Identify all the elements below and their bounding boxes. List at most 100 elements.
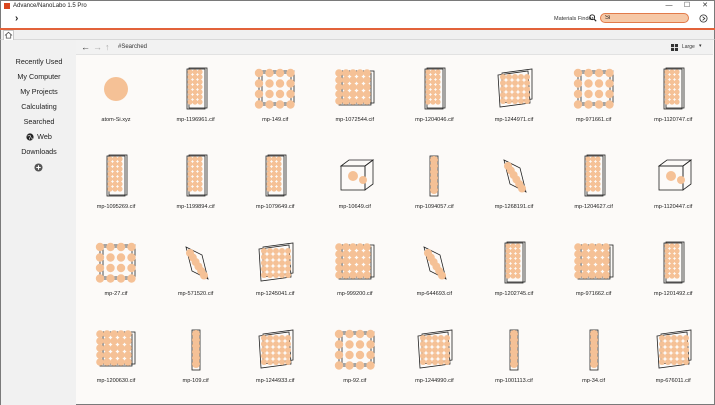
file-name: mp-1199894.cif [176,204,215,210]
structure-thumbnail [657,159,693,191]
file-name: mp-149.cif [262,117,289,123]
chevron-down-icon[interactable]: ▾ [699,43,702,49]
file-tile[interactable]: mp-10649.cif [315,142,395,230]
file-name: mp-1200630.cif [96,378,136,384]
search-icon[interactable] [589,14,597,22]
file-tile[interactable]: mp-1120447.cif [633,142,713,230]
file-tile[interactable]: mp-1201492.cif [633,229,713,317]
structure-thumbnail [417,329,453,369]
sidebar-item-web[interactable]: Web [1,132,77,141]
sidebar-item-downloads[interactable]: Downloads [1,147,77,156]
structure-thumbnail [104,77,128,101]
file-tile[interactable]: mp-676011.cif [633,316,713,404]
file-tile[interactable]: mp-1204627.cif [554,142,634,230]
file-tile[interactable]: mp-1079649.cif [235,142,315,230]
structure-thumbnail [254,68,295,109]
file-tile[interactable]: mp-109.cif [156,316,236,404]
file-tile[interactable]: mp-1199894.cif [156,142,236,230]
structure-thumbnail [334,243,375,280]
file-name: mp-10649.cif [338,204,371,210]
menu-expand-button[interactable]: › [15,14,18,24]
file-tile[interactable]: mp-1244971.cif [474,55,554,143]
file-tile[interactable]: mp-27.cif [76,229,156,317]
file-tile[interactable]: mp-1095269.cif [76,142,156,230]
file-name: mp-34.cif [582,378,606,384]
structure-thumbnail [509,329,519,371]
file-tile[interactable]: atom-Si.xyz [76,55,156,143]
sidebar-item-recently-used[interactable]: Recently Used [1,57,77,66]
file-name: atom-Si.xyz [101,117,131,123]
sidebar-item-searched[interactable]: Searched [1,117,77,126]
tab-strip [0,30,715,40]
structure-thumbnail [589,329,598,371]
vertical-scrollbar[interactable] [709,55,712,404]
structure-thumbnail [258,242,294,282]
file-name: mp-27.cif [104,291,128,297]
structure-thumbnail [106,154,128,197]
grid-view-icon[interactable] [671,44,678,51]
structure-thumbnail [663,241,685,284]
file-tile[interactable]: mp-34.cif [554,316,634,404]
file-name: mp-1245041.cif [255,291,295,297]
structure-thumbnail [504,241,526,284]
file-tile[interactable]: mp-92.cif [315,316,395,404]
materials-finder-input[interactable] [600,13,689,23]
file-name: mp-1201492.cif [653,291,693,297]
file-tile[interactable]: mp-1200630.cif [76,316,156,404]
sidebar-item-my-computer[interactable]: My Computer [1,72,77,81]
file-name: mp-1244933.cif [255,378,295,384]
home-icon [4,31,13,39]
structure-thumbnail [339,159,374,191]
file-tile[interactable]: mp-1196961.cif [156,55,236,143]
file-tile[interactable]: mp-1202745.cif [474,229,554,317]
sidebar-item-calculating[interactable]: Calculating [1,102,77,111]
file-tile[interactable]: mp-999200.cif [315,229,395,317]
file-name: mp-1120447.cif [654,204,693,210]
file-name: mp-999200.cif [337,291,373,297]
file-tile[interactable]: mp-644693.cif [394,229,474,317]
maximize-button[interactable]: ☐ [678,1,696,11]
file-tile[interactable]: mp-971661.cif [554,55,634,143]
file-tile[interactable]: mp-571520.cif [156,229,236,317]
file-tile[interactable]: mp-971662.cif [554,229,634,317]
file-name: mp-971661.cif [575,117,612,123]
back-button[interactable]: ← [81,42,90,52]
file-tile[interactable]: mp-1094057.cif [394,142,474,230]
file-name: mp-1095269.cif [96,204,136,210]
file-name: mp-644693.cif [416,291,453,297]
structure-thumbnail [429,155,439,197]
file-tile[interactable]: mp-1268191.cif [474,142,554,230]
structure-thumbnail [265,154,287,197]
navigation-bar: ← → ↑ #Searched Large ▾ [76,40,713,55]
file-name: mp-1202745.cif [494,291,534,297]
file-tile[interactable]: mp-1244990.cif [394,316,474,404]
home-tab[interactable] [3,30,14,40]
sidebar-item-label: Web [37,132,52,141]
structure-thumbnail [258,329,294,369]
file-tile[interactable]: mp-1072544.cif [315,55,395,143]
file-tile[interactable]: mp-1204046.cif [394,55,474,143]
close-button[interactable]: ✕ [696,1,714,11]
minimize-button[interactable]: — [660,1,678,11]
finder-go-icon[interactable] [699,14,708,23]
file-tile[interactable]: mp-1244933.cif [235,316,315,404]
file-name: mp-1244971.cif [494,117,534,123]
file-tile[interactable]: mp-1001113.cif [474,316,554,404]
structure-thumbnail [663,67,685,110]
file-grid: atom-Si.xyz mp-1196961.cif mp-149.cif mp-10… [76,55,713,404]
up-button[interactable]: ↑ [105,42,110,52]
file-tile[interactable]: mp-1245041.cif [235,229,315,317]
sidebar: Recently Used My Computer My Projects Ca… [0,40,76,405]
file-tile[interactable]: mp-1120747.cif [633,55,713,143]
view-size-select[interactable]: Large [682,44,695,50]
file-tile[interactable]: mp-149.cif [235,55,315,143]
window-title: Advance/NanoLabo 1.5 Pro [13,3,87,9]
file-name: mp-1094057.cif [415,204,454,210]
structure-thumbnail [96,330,136,367]
file-name: mp-971662.cif [575,291,612,297]
file-name: mp-1204046.cif [415,117,454,123]
sidebar-item-my-projects[interactable]: My Projects [1,87,77,96]
forward-button[interactable]: → [93,42,102,52]
file-name: mp-1196961.cif [176,117,215,123]
plus-circle-icon[interactable] [34,163,43,172]
